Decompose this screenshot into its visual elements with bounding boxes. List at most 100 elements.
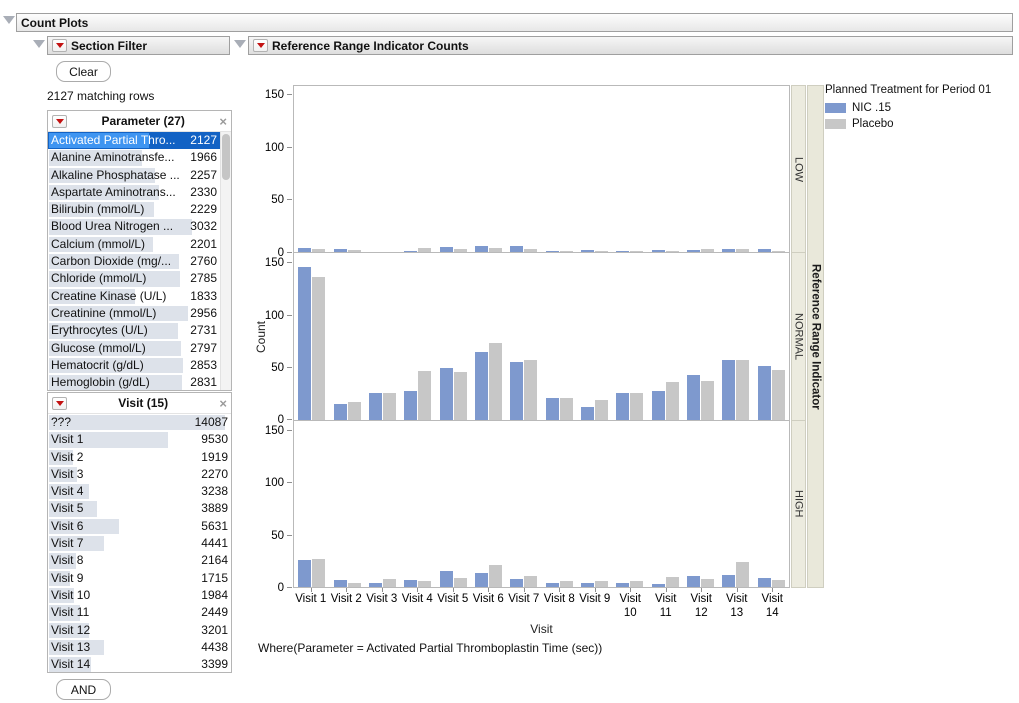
visit-menu-button[interactable] bbox=[52, 397, 67, 410]
bar-nic15[interactable] bbox=[440, 368, 453, 420]
bar-nic15[interactable] bbox=[510, 362, 523, 419]
bar-placebo[interactable] bbox=[312, 559, 325, 587]
bar-placebo[interactable] bbox=[560, 581, 573, 587]
bar-nic15[interactable] bbox=[404, 391, 417, 420]
list-item[interactable]: Visit 65631 bbox=[48, 518, 231, 535]
list-item[interactable]: Visit 74441 bbox=[48, 535, 231, 552]
bar-nic15[interactable] bbox=[687, 250, 700, 252]
bar-nic15[interactable] bbox=[758, 366, 771, 420]
bar-placebo[interactable] bbox=[489, 565, 502, 587]
list-item[interactable]: ???14087 bbox=[48, 414, 231, 431]
bar-nic15[interactable] bbox=[687, 375, 700, 420]
bar-nic15[interactable] bbox=[652, 391, 665, 420]
bar-placebo[interactable] bbox=[560, 398, 573, 420]
bar-nic15[interactable] bbox=[722, 575, 735, 587]
bar-placebo[interactable] bbox=[595, 581, 608, 587]
bar-nic15[interactable] bbox=[546, 251, 559, 252]
bar-placebo[interactable] bbox=[736, 249, 749, 252]
list-item[interactable]: Visit 112449 bbox=[48, 604, 231, 621]
bar-placebo[interactable] bbox=[418, 371, 431, 420]
bar-placebo[interactable] bbox=[454, 372, 467, 420]
parameter-close-icon[interactable]: × bbox=[219, 115, 227, 128]
list-item[interactable]: Hematocrit (g/dL)2853 bbox=[48, 357, 220, 374]
bar-placebo[interactable] bbox=[595, 251, 608, 252]
bar-nic15[interactable] bbox=[758, 578, 771, 587]
bar-placebo[interactable] bbox=[489, 343, 502, 420]
bar-nic15[interactable] bbox=[546, 398, 559, 420]
bar-nic15[interactable] bbox=[440, 571, 453, 587]
bar-nic15[interactable] bbox=[510, 246, 523, 252]
bar-nic15[interactable] bbox=[475, 352, 488, 420]
parameter-scrollbar-thumb[interactable] bbox=[222, 134, 230, 180]
bar-nic15[interactable] bbox=[475, 573, 488, 587]
bar-nic15[interactable] bbox=[581, 583, 594, 587]
chart-menu-button[interactable] bbox=[253, 39, 268, 52]
bar-placebo[interactable] bbox=[630, 581, 643, 587]
list-item[interactable]: Alanine Aminotransfe...1966 bbox=[48, 149, 220, 166]
bar-nic15[interactable] bbox=[687, 576, 700, 587]
bar-nic15[interactable] bbox=[298, 248, 311, 252]
list-item[interactable]: Visit 21919 bbox=[48, 449, 231, 466]
list-item[interactable]: Visit 32270 bbox=[48, 466, 231, 483]
bar-placebo[interactable] bbox=[312, 277, 325, 419]
bar-nic15[interactable] bbox=[404, 251, 417, 252]
bar-placebo[interactable] bbox=[666, 577, 679, 587]
list-item[interactable]: Visit 53889 bbox=[48, 500, 231, 517]
bar-placebo[interactable] bbox=[454, 249, 467, 252]
bar-nic15[interactable] bbox=[334, 249, 347, 252]
list-item[interactable]: Alkaline Phosphatase ...2257 bbox=[48, 167, 220, 184]
bar-nic15[interactable] bbox=[369, 583, 382, 587]
bar-nic15[interactable] bbox=[404, 580, 417, 587]
bar-placebo[interactable] bbox=[772, 370, 785, 420]
bar-nic15[interactable] bbox=[758, 249, 771, 252]
bar-nic15[interactable] bbox=[440, 247, 453, 252]
and-button[interactable]: AND bbox=[56, 679, 111, 700]
bar-nic15[interactable] bbox=[581, 407, 594, 419]
section-filter-menu-button[interactable] bbox=[52, 39, 67, 52]
collapse-count-plots-icon[interactable] bbox=[3, 16, 15, 24]
list-item[interactable]: Chloride (mmol/L)2785 bbox=[48, 270, 220, 287]
bar-nic15[interactable] bbox=[510, 579, 523, 587]
list-item[interactable]: Carbon Dioxide (mg/...2760 bbox=[48, 253, 220, 270]
bar-placebo[interactable] bbox=[348, 583, 361, 587]
list-item[interactable]: Blood Urea Nitrogen ...3032 bbox=[48, 218, 220, 235]
list-item[interactable]: Glucose (mmol/L)2797 bbox=[48, 340, 220, 357]
collapse-chart-icon[interactable] bbox=[234, 40, 246, 48]
bar-placebo[interactable] bbox=[348, 402, 361, 420]
visit-close-icon[interactable]: × bbox=[219, 397, 227, 410]
list-item[interactable]: Visit 101984 bbox=[48, 587, 231, 604]
bar-nic15[interactable] bbox=[652, 584, 665, 587]
bar-placebo[interactable] bbox=[383, 579, 396, 587]
bar-nic15[interactable] bbox=[616, 393, 629, 420]
bar-nic15[interactable] bbox=[546, 583, 559, 587]
bar-nic15[interactable] bbox=[616, 583, 629, 587]
list-item[interactable]: Bilirubin (mmol/L)2229 bbox=[48, 201, 220, 218]
bar-nic15[interactable] bbox=[334, 580, 347, 587]
list-item[interactable]: Calcium (mmol/L)2201 bbox=[48, 236, 220, 253]
bar-nic15[interactable] bbox=[652, 250, 665, 252]
bar-placebo[interactable] bbox=[772, 251, 785, 252]
list-item[interactable]: Visit 91715 bbox=[48, 570, 231, 587]
bar-placebo[interactable] bbox=[524, 360, 537, 419]
bar-nic15[interactable] bbox=[369, 393, 382, 420]
bar-placebo[interactable] bbox=[348, 250, 361, 252]
list-item[interactable]: Erythrocytes (U/L)2731 bbox=[48, 322, 220, 339]
bar-nic15[interactable] bbox=[298, 560, 311, 587]
parameter-scrollbar[interactable] bbox=[220, 132, 231, 390]
bar-placebo[interactable] bbox=[383, 393, 396, 420]
bar-placebo[interactable] bbox=[418, 248, 431, 252]
bar-nic15[interactable] bbox=[334, 404, 347, 420]
bar-nic15[interactable] bbox=[722, 360, 735, 419]
collapse-section-filter-icon[interactable] bbox=[33, 40, 45, 48]
bar-nic15[interactable] bbox=[616, 251, 629, 252]
bar-placebo[interactable] bbox=[524, 249, 537, 252]
list-item[interactable]: Visit 143399 bbox=[48, 656, 231, 673]
bar-placebo[interactable] bbox=[701, 579, 714, 587]
list-item[interactable]: Visit 123201 bbox=[48, 622, 231, 639]
list-item[interactable]: Activated Partial Thro...2127 bbox=[48, 132, 220, 149]
bar-placebo[interactable] bbox=[701, 249, 714, 252]
list-item[interactable]: Aspartate Aminotrans...2330 bbox=[48, 184, 220, 201]
list-item[interactable]: Visit 43238 bbox=[48, 483, 231, 500]
bar-nic15[interactable] bbox=[475, 246, 488, 252]
bar-placebo[interactable] bbox=[524, 576, 537, 587]
